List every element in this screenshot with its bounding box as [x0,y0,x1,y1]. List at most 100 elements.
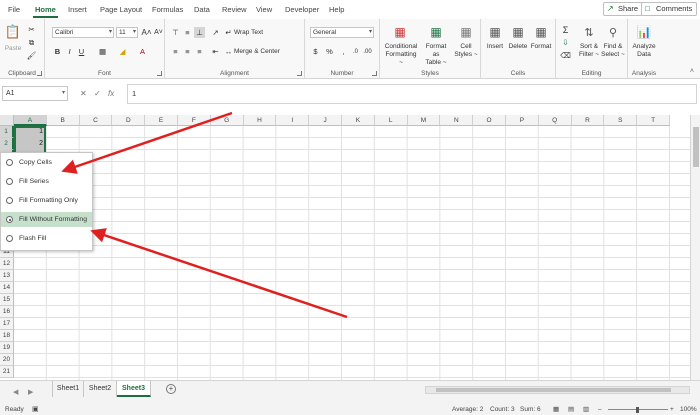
insert-cells-icon[interactable]: ▦ [487,24,503,40]
outdent-icon[interactable]: ⇤ [210,46,221,57]
sort-filter-icon[interactable]: ⇅ [581,24,597,40]
clear-icon[interactable]: ⌫ [560,50,571,61]
horizontal-scrollbar[interactable] [425,386,690,394]
share-button[interactable]: ↗ Share [603,2,644,16]
column-header-h[interactable]: H [243,115,277,126]
formula-input[interactable]: 1 [127,84,697,104]
find-select-button[interactable]: Find & Select ~ [601,43,625,59]
row-header-20[interactable]: 20 [0,354,14,366]
enter-icon[interactable]: ✓ [94,89,101,98]
conditional-formatting-icon[interactable]: ▦ [392,24,408,40]
menu-item-fill-formatting-only[interactable]: Fill Formatting Only [1,193,92,208]
sheet-tab-1[interactable]: Sheet1 [52,381,84,397]
merge-icon[interactable]: ↔ [223,46,234,57]
increase-font-icon[interactable]: A˄ [141,27,152,38]
autosum-icon[interactable]: Σ [560,24,571,35]
align-middle-icon[interactable]: ≡ [182,27,193,38]
row-header-16[interactable]: 16 [0,306,14,318]
format-painter-icon[interactable]: 🖌 [26,50,37,61]
clipboard-launcher[interactable] [37,71,42,76]
column-header-d[interactable]: D [112,115,146,126]
format-as-table-icon[interactable]: ▦ [428,24,444,40]
vertical-scrollbar[interactable] [690,115,700,380]
tab-view[interactable]: View [256,5,272,14]
merge-center-button[interactable]: Merge & Center [234,48,280,56]
column-header-j[interactable]: J [309,115,342,126]
paste-button[interactable]: Paste [4,45,22,53]
next-sheet-icon[interactable]: ▶ [28,388,33,396]
tab-help[interactable]: Help [329,5,344,14]
column-header-q[interactable]: Q [538,115,572,126]
decrease-decimal-icon[interactable]: .00 [362,46,373,57]
row-header-12[interactable]: 12 [0,258,14,270]
row-header-15[interactable]: 15 [0,294,14,306]
page-layout-view-icon[interactable]: ▤ [568,405,574,415]
format-cells-icon[interactable]: ▦ [533,24,549,40]
column-header-f[interactable]: F [178,115,211,126]
paste-icon[interactable]: 📋 [5,23,21,41]
column-header-c[interactable]: C [79,115,113,126]
column-header-l[interactable]: L [374,115,408,126]
row-header-18[interactable]: 18 [0,330,14,342]
italic-button[interactable]: I [64,46,75,57]
menu-item-copy-cells[interactable]: Copy Cells [1,155,92,170]
alignment-launcher[interactable] [297,71,302,76]
zoom-in-icon[interactable]: + [670,405,674,415]
cut-icon[interactable]: ✂ [26,24,37,35]
align-right-icon[interactable]: ≡ [194,46,205,57]
number-launcher[interactable] [372,71,377,76]
tab-data[interactable]: Data [194,5,210,14]
zoom-out-icon[interactable]: – [598,405,602,415]
insert-button[interactable]: Insert [484,43,506,51]
decrease-font-icon[interactable]: A˅ [153,27,164,38]
cell-a1[interactable]: 1 [14,126,43,138]
column-header-a[interactable]: A [14,115,47,126]
page-break-view-icon[interactable]: ▥ [583,405,589,415]
tab-insert[interactable]: Insert [68,5,87,14]
align-top-icon[interactable]: ⊤ [170,27,181,38]
align-left-icon[interactable]: ≡ [170,46,181,57]
prev-sheet-icon[interactable]: ◀ [13,388,18,396]
select-all-button[interactable] [0,115,14,126]
tab-home[interactable]: Home [33,5,58,18]
analyze-data-button[interactable]: Analyze Data [630,43,658,59]
column-header-p[interactable]: P [506,115,539,126]
scroll-thumb[interactable] [436,388,671,392]
fill-icon[interactable]: ⇩ [560,37,571,48]
analyze-data-icon[interactable]: 📊 [636,24,652,40]
sort-filter-button[interactable]: Sort & Filter ~ [577,43,601,59]
column-header-t[interactable]: T [637,115,670,126]
number-format-combo[interactable]: General ▾ [310,27,374,38]
fill-color-icon[interactable]: ◢ [117,46,128,57]
menu-item-fill-series[interactable]: Fill Series [1,174,92,189]
sheet-tab-2[interactable]: Sheet2 [84,381,117,397]
zoom-slider-thumb[interactable] [636,407,639,413]
font-size-combo[interactable]: 11 ▾ [116,27,138,38]
column-header-r[interactable]: R [571,115,605,126]
column-header-s[interactable]: S [604,115,638,126]
font-name-combo[interactable]: Calibri ▾ [52,27,114,38]
row-header-17[interactable]: 17 [0,318,14,330]
bold-button[interactable]: B [52,46,63,57]
zoom-level[interactable]: 100% [680,405,697,415]
tab-page-layout[interactable]: Page Layout [100,5,142,14]
orientation-icon[interactable]: ↗ [210,27,221,38]
tab-review[interactable]: Review [222,5,247,14]
wrap-text-icon[interactable]: ↵ [223,27,234,38]
scroll-thumb[interactable] [693,127,699,167]
cell-styles-button[interactable]: Cell Styles ~ [454,43,478,59]
tab-developer[interactable]: Developer [285,5,319,14]
format-as-table-button[interactable]: Format as Table ~ [422,43,450,67]
comma-icon[interactable]: , [338,46,349,57]
row-header-13[interactable]: 13 [0,270,14,282]
cell-styles-icon[interactable]: ▦ [458,24,474,40]
tab-file[interactable]: File [8,5,20,14]
name-box[interactable]: A1 ▾ [2,86,68,101]
column-header-g[interactable]: G [210,115,244,126]
normal-view-icon[interactable]: ▦ [553,405,559,415]
comments-button[interactable]: □ Comments [641,2,698,16]
row-header-21[interactable]: 21 [0,366,14,378]
column-header-n[interactable]: N [440,115,474,126]
percent-icon[interactable]: % [324,46,335,57]
row-header-19[interactable]: 19 [0,342,14,354]
